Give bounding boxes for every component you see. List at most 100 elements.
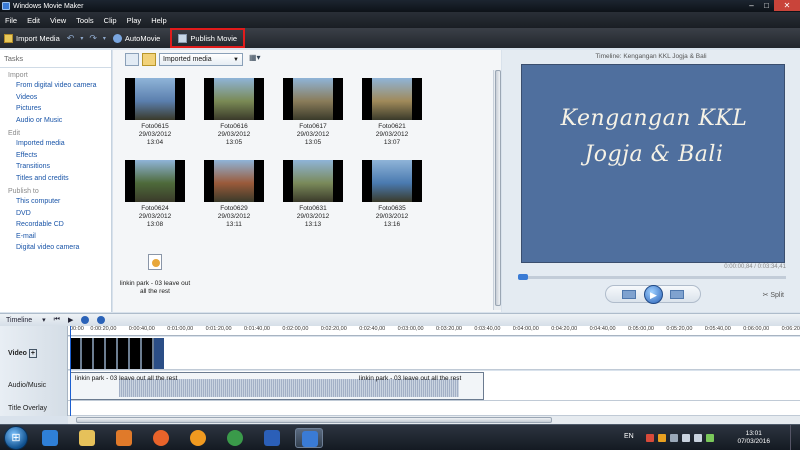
- media-thumbnail[interactable]: Foto0616 29/03/2012 13:05: [204, 78, 264, 147]
- close-button[interactable]: ✕: [774, 0, 800, 11]
- taskbar-file-explorer-button[interactable]: [73, 428, 101, 448]
- taskbar-word-button[interactable]: [258, 428, 286, 448]
- maximize-button[interactable]: □: [759, 0, 774, 11]
- play-timeline-icon[interactable]: ▶: [68, 316, 73, 324]
- menu-help[interactable]: Help: [146, 16, 171, 25]
- battery-icon[interactable]: [706, 434, 714, 442]
- taskbar-media-player-button[interactable]: [110, 428, 138, 448]
- taskbar-movie-maker-button[interactable]: [295, 428, 323, 448]
- volume-icon[interactable]: [694, 434, 702, 442]
- taskbar-chrome-button[interactable]: [221, 428, 249, 448]
- video-clip[interactable]: [118, 338, 130, 369]
- ruler-tick: 0:05:00,00: [628, 326, 654, 332]
- media-thumbnail[interactable]: Foto0635 29/03/2012 13:16: [362, 160, 422, 229]
- tasks-toggle-button[interactable]: [125, 52, 139, 66]
- task-videos[interactable]: Videos: [0, 92, 111, 104]
- seek-bar[interactable]: [518, 274, 786, 280]
- video-track[interactable]: [68, 337, 800, 370]
- video-clips[interactable]: [70, 338, 164, 369]
- network-icon[interactable]: [682, 434, 690, 442]
- tray-icon[interactable]: [658, 434, 666, 442]
- rewind-timeline-icon[interactable]: ⏮: [54, 316, 60, 324]
- task-recordable-cd[interactable]: Recordable CD: [0, 219, 111, 231]
- menu-file[interactable]: File: [0, 16, 22, 25]
- scrollbar-thumb[interactable]: [495, 70, 501, 306]
- zoom-in-icon[interactable]: [81, 316, 90, 324]
- media-thumbnail[interactable]: Foto0615 29/03/2012 13:04: [125, 78, 185, 147]
- taskbar-firefox-button[interactable]: [147, 428, 175, 448]
- expand-icon[interactable]: +: [28, 349, 37, 358]
- zoom-out-icon[interactable]: [97, 316, 106, 324]
- tray-icon[interactable]: [646, 434, 654, 442]
- audio-file-icon: [148, 254, 162, 270]
- title-overlay-track[interactable]: [68, 401, 800, 415]
- media-thumbnail[interactable]: Foto0624 29/03/2012 13:08: [125, 160, 185, 229]
- menu-tools[interactable]: Tools: [71, 16, 99, 25]
- show-desktop-button[interactable]: [790, 425, 800, 450]
- task-pictures[interactable]: Pictures: [0, 103, 111, 115]
- redo-dropdown-icon[interactable]: ▾: [100, 35, 109, 42]
- timeline-scrollbar[interactable]: [68, 415, 800, 424]
- video-clip[interactable]: [82, 338, 94, 369]
- minimize-button[interactable]: –: [744, 0, 759, 11]
- timeline-scroll-thumb[interactable]: [76, 417, 552, 423]
- task-titles-credits[interactable]: Titles and credits: [0, 173, 111, 185]
- undo-icon[interactable]: ↶: [64, 33, 78, 44]
- seek-knob[interactable]: [518, 274, 528, 280]
- timeline-ruler[interactable]: 00:00 0:00:20,00 0:00:40,00 0:01:00,00 0:01:…: [68, 326, 800, 336]
- task-transitions[interactable]: Transitions: [0, 161, 111, 173]
- task-dvd[interactable]: DVD: [0, 208, 111, 220]
- next-frame-button[interactable]: [670, 290, 684, 299]
- video-clip[interactable]: [130, 338, 142, 369]
- media-thumbnail[interactable]: Foto0621 29/03/2012 13:07: [362, 78, 422, 147]
- video-clip[interactable]: [154, 338, 164, 369]
- video-clip[interactable]: [142, 338, 154, 369]
- menu-view[interactable]: View: [45, 16, 71, 25]
- menu-edit[interactable]: Edit: [22, 16, 45, 25]
- task-audio-music[interactable]: Audio or Music: [0, 115, 111, 127]
- media-thumbnail[interactable]: Foto0617 29/03/2012 13:05: [283, 78, 343, 147]
- slide-line-2: Jogja & Bali: [584, 142, 724, 167]
- task-email[interactable]: E-mail: [0, 231, 111, 243]
- audio-file-item[interactable]: linkin park - 03 leave out all the rest: [115, 254, 195, 296]
- task-digital-camera[interactable]: Digital video camera: [0, 242, 111, 254]
- task-effects[interactable]: Effects: [0, 150, 111, 162]
- undo-dropdown-icon[interactable]: ▾: [77, 35, 86, 42]
- tray-icon[interactable]: [670, 434, 678, 442]
- language-indicator[interactable]: EN: [624, 433, 634, 440]
- import-media-button[interactable]: Import Media: [0, 29, 64, 47]
- media-thumbnail[interactable]: Foto0629 29/03/2012 13:11: [204, 160, 264, 229]
- ruler-tick: 0:05:40,00: [704, 326, 731, 332]
- menu-play[interactable]: Play: [122, 16, 147, 25]
- track-label-audio: Audio/Music: [8, 382, 47, 389]
- play-button[interactable]: ▶: [644, 285, 663, 304]
- task-imported-media[interactable]: Imported media: [0, 138, 111, 150]
- collection-dropdown[interactable]: Imported media ▼: [159, 52, 243, 66]
- video-clip[interactable]: [94, 338, 106, 369]
- taskbar-internet-explorer-button[interactable]: [36, 428, 64, 448]
- task-this-computer[interactable]: This computer: [0, 196, 111, 208]
- taskbar-media-app-button[interactable]: [184, 428, 212, 448]
- start-button[interactable]: ⊞: [4, 426, 28, 450]
- clock[interactable]: 13:01 07/03/2016: [737, 430, 770, 446]
- photo: [214, 78, 254, 120]
- split-button[interactable]: ✂ Split: [763, 291, 784, 299]
- automovie-button[interactable]: AutoMovie: [109, 29, 164, 47]
- playhead[interactable]: [70, 326, 71, 416]
- menu-clip[interactable]: Clip: [99, 16, 122, 25]
- previous-frame-button[interactable]: [622, 290, 636, 299]
- video-clip[interactable]: [106, 338, 118, 369]
- video-clip[interactable]: [70, 338, 82, 369]
- audio-clip[interactable]: linkin park - 03 leave out all the rest …: [70, 372, 484, 400]
- timeline-dropdown[interactable]: Timeline ▾: [6, 316, 46, 324]
- audio-track[interactable]: linkin park - 03 leave out all the rest …: [68, 371, 800, 401]
- media-thumbnail[interactable]: Foto0631 29/03/2012 13:13: [283, 160, 343, 229]
- view-options-icon[interactable]: ▦▾: [249, 53, 265, 66]
- thumbnail-time: 13:11: [226, 221, 242, 228]
- redo-icon[interactable]: ↷: [86, 33, 100, 44]
- task-from-camera[interactable]: From digital video camera: [0, 80, 111, 92]
- photo: [293, 78, 333, 120]
- collection-scrollbar[interactable]: [493, 70, 501, 310]
- collections-icon[interactable]: [142, 52, 156, 66]
- publish-movie-button[interactable]: Publish Movie: [170, 28, 246, 48]
